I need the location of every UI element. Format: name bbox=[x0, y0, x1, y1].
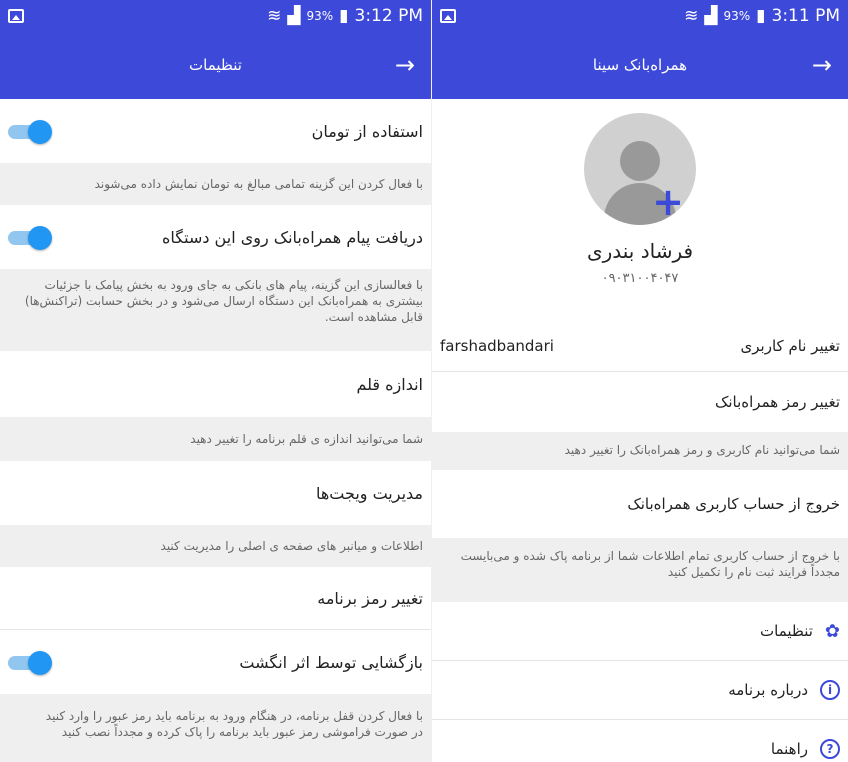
setting-note: با فعال کردن این گزینه تمامی مبالغ به تو… bbox=[0, 163, 431, 205]
change-password-label: تغییر رمز همراه‌بانک bbox=[714, 393, 840, 411]
signal-icon: ▟ bbox=[704, 5, 718, 26]
status-bar: ≋ ▟ 93% ▮ 3:11 PM bbox=[432, 0, 848, 31]
info-icon: i bbox=[820, 680, 840, 700]
push-message-setting[interactable]: دریافت پیام همراه‌بانک روی این دستگاه bbox=[0, 205, 431, 269]
change-bank-password-row[interactable]: تغییر رمز همراه‌بانک bbox=[432, 372, 848, 432]
gallery-icon bbox=[8, 8, 24, 23]
fingerprint-toggle[interactable] bbox=[8, 651, 54, 675]
page-title: تنظیمات bbox=[189, 56, 242, 74]
change-username-row[interactable]: تغییر نام کاربری farshadbandari bbox=[432, 321, 848, 371]
gear-icon: ✿ bbox=[824, 620, 840, 642]
change-username-label: تغییر نام کاربری bbox=[740, 337, 840, 355]
setting-note: شما می‌توانید اندازه ی قلم برنامه را تغی… bbox=[0, 417, 431, 461]
clock: 3:12 PM bbox=[354, 5, 424, 26]
account-note: شما می‌توانید نام کاربری و رمز همراه‌بان… bbox=[432, 432, 848, 470]
note-line: در صورت فراموشی رمز عبور باید برنامه را … bbox=[61, 725, 423, 739]
back-arrow-icon[interactable]: → bbox=[812, 51, 832, 79]
menu-label: راهنما bbox=[770, 740, 808, 758]
menu-label: تنظیمات bbox=[760, 622, 813, 640]
settings-screen: ≋ ▟ 93% ▮ 3:12 PM تنظیمات → استفاده از ت… bbox=[0, 0, 432, 762]
profile-screen: ≋ ▟ 93% ▮ 3:11 PM همراه‌بانک سینا → + فر… bbox=[432, 0, 848, 762]
setting-label: اندازه قلم bbox=[356, 374, 423, 394]
page-title: همراه‌بانک سینا bbox=[592, 56, 688, 74]
profile-number: ۰۹۰۳۱۰۰۴۰۴۷ bbox=[601, 271, 679, 286]
profile-name: فرشاد بندری bbox=[586, 239, 694, 263]
battery-level: 93% bbox=[723, 8, 751, 23]
setting-note: با فعالسازی این گزینه، پیام های بانکی به… bbox=[0, 269, 431, 351]
change-app-password[interactable]: تغییر رمز برنامه bbox=[0, 567, 431, 629]
help-icon: ? bbox=[820, 739, 840, 759]
avatar[interactable]: + bbox=[584, 113, 696, 225]
battery-level: 93% bbox=[306, 8, 334, 23]
fingerprint-setting[interactable]: بازگشایی توسط اثر انگشت bbox=[0, 630, 431, 694]
signal-icon: ▟ bbox=[287, 5, 301, 26]
wifi-icon: ≋ bbox=[684, 5, 699, 26]
status-bar: ≋ ▟ 93% ▮ 3:12 PM bbox=[0, 0, 431, 31]
username-value: farshadbandari bbox=[440, 337, 554, 355]
font-size-setting[interactable]: اندازه قلم bbox=[0, 351, 431, 417]
toman-toggle[interactable] bbox=[8, 120, 54, 144]
menu-settings[interactable]: ✿ تنظیمات bbox=[432, 602, 848, 660]
logout-row[interactable]: خروج از حساب کاربری همراه‌بانک bbox=[432, 470, 848, 538]
logout-label: خروج از حساب کاربری همراه‌بانک bbox=[627, 495, 840, 513]
back-arrow-icon[interactable]: → bbox=[395, 51, 415, 79]
profile-header: + فرشاد بندری ۰۹۰۳۱۰۰۴۰۴۷ bbox=[432, 99, 848, 321]
setting-note: با فعال کردن قفل برنامه، در هنگام ورود ب… bbox=[0, 694, 431, 762]
setting-label: تغییر رمز برنامه bbox=[317, 588, 423, 608]
app-bar: همراه‌بانک سینا → bbox=[432, 31, 848, 99]
toman-setting[interactable]: استفاده از تومان bbox=[0, 99, 431, 163]
setting-note: اطلاعات و میانبر های صفحه ی اصلی را مدیر… bbox=[0, 525, 431, 567]
setting-label: بازگشایی توسط اثر انگشت bbox=[239, 652, 423, 672]
clock: 3:11 PM bbox=[771, 5, 841, 26]
widgets-setting[interactable]: مدیریت ویجت‌ها bbox=[0, 461, 431, 525]
battery-icon: ▮ bbox=[339, 5, 349, 26]
setting-label: دریافت پیام همراه‌بانک روی این دستگاه bbox=[162, 227, 423, 247]
logout-note: با خروج از حساب کاربری تمام اطلاعات شما … bbox=[432, 538, 848, 602]
add-photo-icon[interactable]: + bbox=[652, 183, 684, 221]
menu-about[interactable]: i درباره برنامه bbox=[432, 661, 848, 719]
gallery-icon bbox=[440, 8, 456, 23]
note-line: با فعال کردن قفل برنامه، در هنگام ورود ب… bbox=[45, 709, 423, 723]
wifi-icon: ≋ bbox=[267, 5, 282, 26]
menu-help[interactable]: ? راهنما bbox=[432, 720, 848, 762]
push-message-toggle[interactable] bbox=[8, 226, 54, 250]
menu-label: درباره برنامه bbox=[728, 681, 808, 699]
setting-label: مدیریت ویجت‌ها bbox=[315, 483, 423, 503]
battery-icon: ▮ bbox=[756, 5, 766, 26]
setting-label: استفاده از تومان bbox=[311, 121, 423, 141]
app-bar: تنظیمات → bbox=[0, 31, 431, 99]
